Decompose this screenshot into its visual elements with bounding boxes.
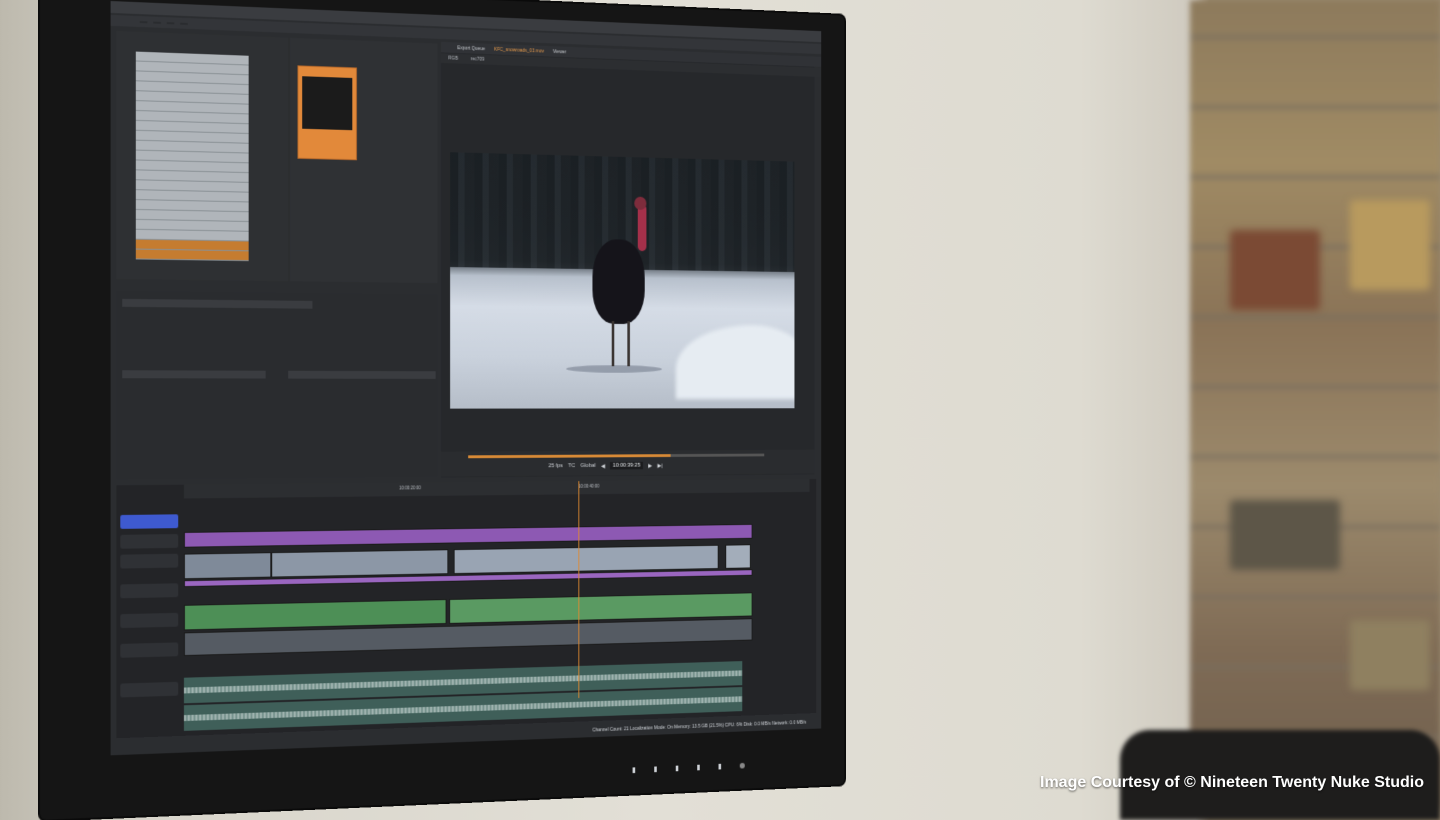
ruler-time: 10:00:40:00 — [578, 483, 600, 489]
viewer-transport: 25 fps TC Global ◀ 10:00:39:25 ▶ ▶| — [441, 449, 815, 477]
workspace-tab[interactable] — [166, 21, 175, 24]
clip-thumbnail[interactable] — [297, 65, 357, 161]
properties-dropdown[interactable] — [288, 370, 436, 379]
properties-dropdown[interactable] — [122, 370, 266, 379]
timeline-clip[interactable] — [183, 523, 753, 548]
global-mode[interactable]: Global — [581, 463, 596, 469]
track-header[interactable] — [120, 534, 179, 549]
workspace-tab[interactable] — [180, 22, 188, 25]
brick-red — [1230, 230, 1320, 310]
turkey-leg — [627, 321, 630, 367]
timeline-clip[interactable] — [725, 544, 751, 569]
monitor-button — [675, 765, 679, 772]
video-frame — [450, 152, 795, 409]
tc-mode[interactable]: TC — [568, 463, 575, 469]
video-track-purple — [183, 523, 753, 548]
properties-tabs[interactable] — [122, 298, 313, 309]
brick-yellow — [1350, 200, 1430, 290]
track-header[interactable] — [120, 583, 179, 599]
turkey-neck — [637, 204, 647, 252]
brick-dark — [1230, 500, 1340, 570]
monitor-buttons — [632, 762, 745, 774]
workspace-tab[interactable] — [139, 20, 148, 23]
power-button — [739, 762, 745, 769]
track-header[interactable] — [120, 553, 179, 569]
next-frame-icon[interactable]: ▶| — [657, 462, 662, 469]
tab-export-queue[interactable]: Export Queue — [457, 45, 485, 52]
status-bar: Channel Count: 21 Localization Mode: On … — [592, 719, 807, 734]
turkey-body — [592, 238, 645, 325]
colorspace-select[interactable]: rec709 — [471, 56, 485, 62]
clip-thumbnail-image — [302, 76, 353, 131]
timeline-clip[interactable] — [271, 549, 449, 578]
monitor-button — [632, 767, 636, 774]
track-header[interactable] — [120, 514, 179, 529]
track-header[interactable] — [120, 681, 179, 698]
clip-panel — [290, 37, 438, 284]
ruler-time: 10:00:20:00 — [399, 485, 421, 491]
monitor-button — [697, 764, 700, 771]
timeline-clip[interactable] — [183, 599, 447, 631]
viewer-scrub-bar[interactable] — [468, 453, 765, 459]
track-header[interactable] — [120, 612, 179, 629]
track-header[interactable] — [120, 642, 179, 658]
bin-tree — [135, 51, 249, 262]
timeline-clip[interactable] — [183, 552, 272, 580]
monitor-button — [718, 763, 722, 770]
image-credit: Image Courtesy of © Nineteen Twenty Nuke… — [1040, 774, 1424, 791]
timecode-display[interactable]: 10:00:39:25 — [610, 461, 643, 470]
turkey-leg — [611, 321, 615, 367]
transport-controls: 25 fps TC Global ◀ 10:00:39:25 ▶ ▶| — [548, 461, 663, 470]
workspace-tab[interactable] — [153, 21, 161, 24]
timeline-ruler[interactable]: 10:00:20:00 10:00:40:00 — [183, 479, 810, 499]
play-icon[interactable]: ▶ — [648, 462, 652, 469]
project-bin-panel — [116, 31, 289, 282]
playhead[interactable] — [578, 481, 580, 699]
bin-row-selected[interactable] — [135, 249, 249, 262]
properties-panel — [116, 290, 438, 480]
monitor: Export Queue KFC_snowroads_03.mov Viewer… — [40, 0, 845, 820]
turkey-head — [634, 196, 647, 210]
monitor-screen: Export Queue KFC_snowroads_03.mov Viewer… — [110, 0, 822, 756]
scrub-progress — [468, 454, 671, 459]
viewer-panel: Export Queue KFC_snowroads_03.mov Viewer… — [441, 41, 822, 478]
turkey-shadow — [566, 365, 662, 373]
monitor-button — [654, 766, 657, 773]
prev-frame-icon[interactable]: ◀ — [601, 463, 605, 469]
brick-tan — [1350, 620, 1430, 690]
snowdrift — [675, 324, 795, 400]
tab-viewer[interactable]: Viewer — [553, 49, 566, 55]
fps-label: 25 fps — [548, 463, 563, 470]
channel-select[interactable]: RGB — [448, 56, 458, 62]
timeline-panel: 10:00:20:00 10:00:40:00 — [116, 478, 817, 739]
tab-clip[interactable]: KFC_snowroads_03.mov — [494, 46, 544, 54]
